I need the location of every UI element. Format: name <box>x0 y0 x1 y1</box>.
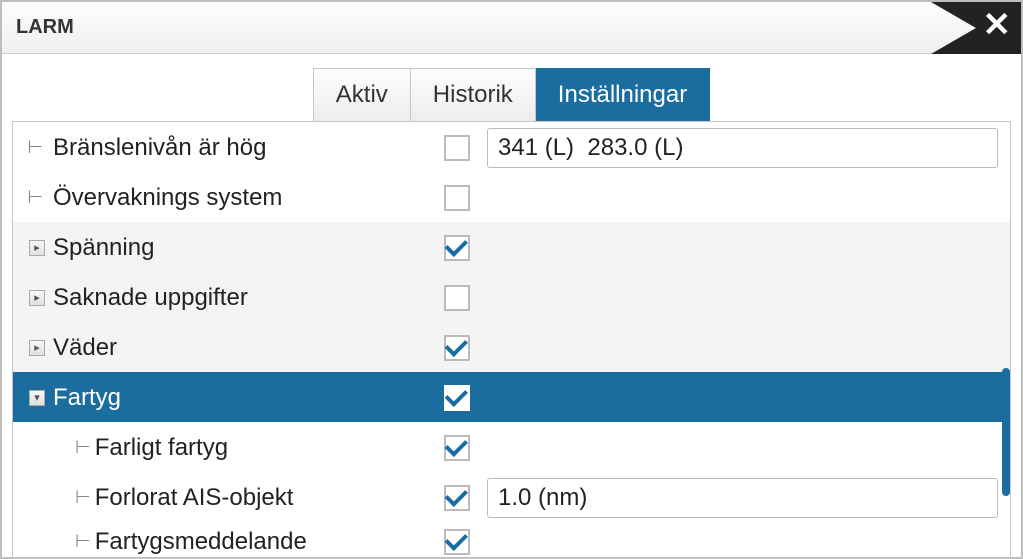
checkbox-fartygsmeddelande[interactable] <box>444 529 470 555</box>
row-label: Saknade uppgifter <box>47 284 427 312</box>
row-label: Spänning <box>47 234 427 262</box>
tab-bar: Aktiv Historik Inställningar <box>2 68 1021 121</box>
close-icon[interactable]: ✕ <box>983 8 1012 42</box>
row-forlorat-ais: ⊢Forlorat AIS-objekt <box>13 472 1010 522</box>
row-label: Fartygsmeddelande <box>95 528 307 556</box>
row-saknade[interactable]: ▸ Saknade uppgifter <box>13 272 1010 322</box>
row-label: Övervaknings system <box>47 184 427 212</box>
tab-aktiv[interactable]: Aktiv <box>313 68 411 121</box>
tree-tick-icon: ⊢ <box>27 137 43 158</box>
checkbox-vader[interactable] <box>444 335 470 361</box>
row-spanning[interactable]: ▸ Spänning <box>13 222 1010 272</box>
tree-tick-icon: ⊢ <box>75 531 91 552</box>
checkbox-forlorat-ais[interactable] <box>444 485 470 511</box>
settings-panel: ⊢ Bränslenivån är hög ⊢ Övervaknings sys… <box>12 121 1011 559</box>
dialog-title: LARM <box>16 16 74 39</box>
row-farligt-fartyg: ⊢Farligt fartyg <box>13 422 1010 472</box>
row-label: Fartyg <box>47 384 427 412</box>
row-label: Farligt fartyg <box>95 434 228 462</box>
checkbox-farligt-fartyg[interactable] <box>444 435 470 461</box>
tab-historik[interactable]: Historik <box>411 68 536 121</box>
row-fartyg[interactable]: ▾ Fartyg <box>13 372 1010 422</box>
row-vader[interactable]: ▸ Väder <box>13 322 1010 372</box>
value-forlorat-ais[interactable] <box>487 478 998 518</box>
checkbox-spanning[interactable] <box>444 235 470 261</box>
checkbox-overvakning[interactable] <box>444 185 470 211</box>
tree-tick-icon: ⊢ <box>75 437 91 458</box>
row-label: Väder <box>47 334 427 362</box>
dialog-header: LARM ✕ <box>2 2 1021 54</box>
checkbox-fartyg[interactable] <box>444 385 470 411</box>
value-branslenivan[interactable] <box>487 128 998 168</box>
scrollbar-thumb[interactable] <box>1002 368 1010 496</box>
row-fartygsmeddelande: ⊢Fartygsmeddelande <box>13 522 1010 559</box>
expand-icon[interactable]: ▸ <box>29 290 45 306</box>
collapse-icon[interactable]: ▾ <box>29 390 45 406</box>
expand-icon[interactable]: ▸ <box>29 240 45 256</box>
tree-tick-icon: ⊢ <box>75 487 91 508</box>
tree-tick-icon: ⊢ <box>27 187 43 208</box>
checkbox-branslenivan[interactable] <box>444 135 470 161</box>
checkbox-saknade[interactable] <box>444 285 470 311</box>
row-branslenivan: ⊢ Bränslenivån är hög <box>13 122 1010 172</box>
row-label: Bränslenivån är hög <box>47 134 427 162</box>
row-overvakning: ⊢ Övervaknings system <box>13 172 1010 222</box>
row-label: Forlorat AIS-objekt <box>95 484 294 512</box>
tab-installningar[interactable]: Inställningar <box>536 68 710 121</box>
expand-icon[interactable]: ▸ <box>29 340 45 356</box>
